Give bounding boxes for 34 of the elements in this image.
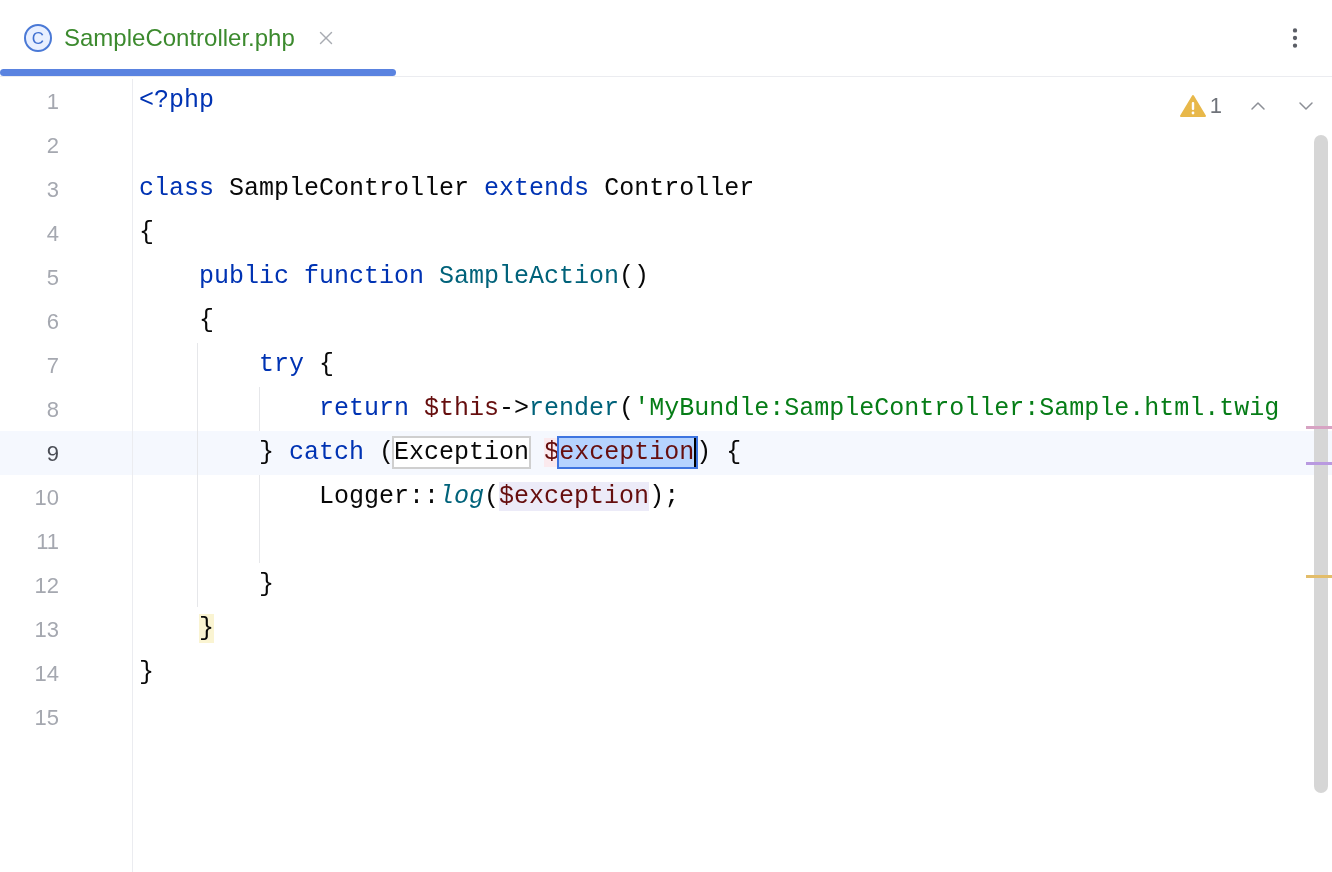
line-number: 11	[36, 527, 59, 556]
warning-icon[interactable]	[1179, 93, 1206, 118]
code-line: }	[139, 657, 154, 689]
code-line: class SampleController extends Controller	[139, 173, 755, 205]
scrollbar[interactable]	[1314, 135, 1328, 793]
code-line: return $this->render('MyBundle:SampleController:Sample.html.twig	[318, 393, 1280, 425]
code-line: Logger::log($exception);	[318, 481, 680, 513]
code-line: {	[139, 217, 154, 249]
line-number: 4	[46, 219, 59, 248]
line-number: 14	[34, 659, 59, 688]
code-line: public function SampleAction()	[198, 261, 650, 293]
line-number: 7	[46, 351, 59, 380]
code-line: try {	[258, 349, 335, 381]
line-number: 10	[34, 483, 59, 512]
error-stripe-mark[interactable]	[1306, 426, 1332, 429]
code-line: {	[198, 305, 215, 337]
line-number: 2	[46, 131, 59, 160]
error-stripe-mark[interactable]	[1306, 575, 1332, 578]
line-number: 6	[46, 307, 59, 336]
line-number: 5	[46, 263, 59, 292]
class-icon: C	[24, 24, 52, 52]
code-line: <?php	[139, 85, 214, 117]
line-number: 13	[34, 615, 59, 644]
line-number: 3	[46, 175, 59, 204]
line-number: 15	[34, 703, 59, 732]
code-line: }	[258, 569, 275, 601]
line-number: 8	[46, 395, 59, 424]
error-stripe-mark[interactable]	[1306, 462, 1332, 465]
tab-label: SampleController.php	[64, 23, 295, 53]
line-number: 1	[46, 87, 59, 116]
line-number: 9	[46, 439, 59, 468]
file-tab[interactable]: C SampleController.php	[0, 0, 396, 76]
line-number: 12	[34, 571, 59, 600]
warning-count: 1	[1209, 92, 1222, 120]
